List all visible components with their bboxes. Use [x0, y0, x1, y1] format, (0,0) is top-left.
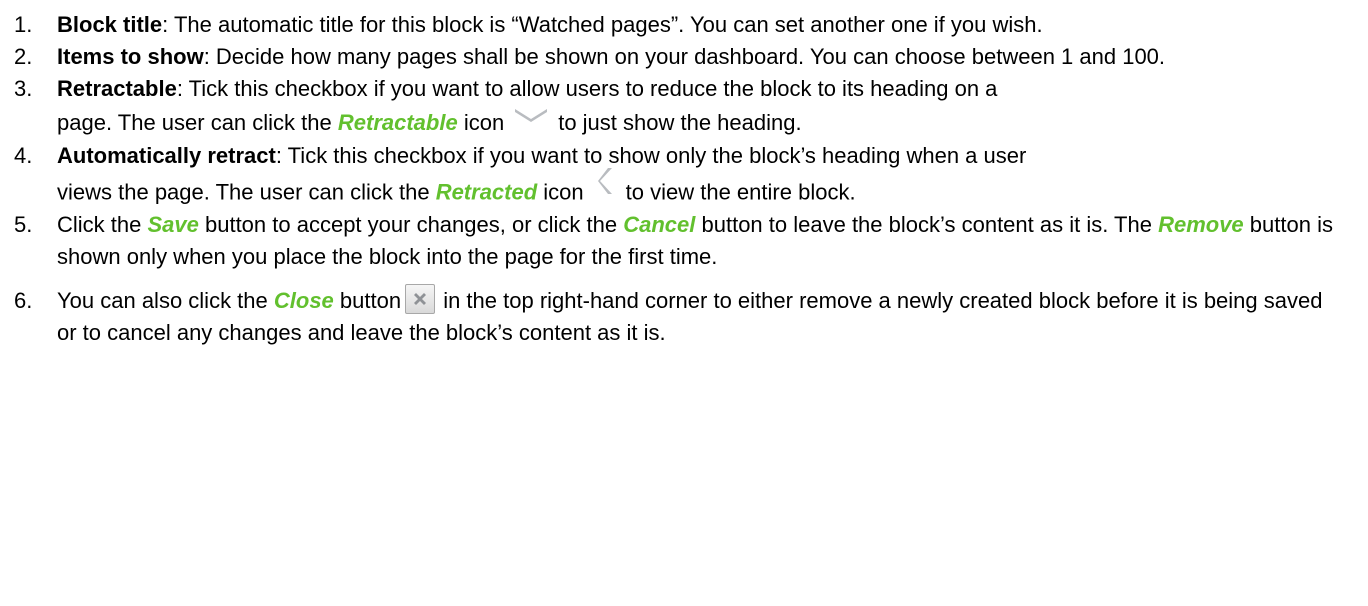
- instruction-list: 1. Block title: The automatic title for …: [0, 0, 1340, 349]
- item-text: button: [333, 288, 402, 314]
- chevron-down-icon: [513, 100, 549, 132]
- chevron-left-icon: [597, 166, 614, 205]
- item-text: : Tick this checkbox if you want to allo…: [176, 76, 998, 101]
- cancel-highlight: Cancel: [623, 212, 696, 238]
- item-text: button to accept your changes, or click …: [198, 212, 624, 238]
- item-number: 5.: [14, 212, 33, 238]
- item-number: 6.: [14, 288, 33, 314]
- term-items-to-show: Items to show: [57, 44, 204, 69]
- item-text: page. The user can click the: [57, 110, 338, 135]
- list-item-block-title: 1. Block title: The automatic title for …: [0, 9, 1340, 41]
- item-text: : The automatic title for this block is …: [162, 12, 1043, 37]
- close-button-icon: [405, 284, 436, 315]
- list-item-close: 6. You can also click the Close button i…: [0, 284, 1340, 349]
- retractable-highlight: Retractable: [337, 110, 458, 135]
- term-retractable: Retractable: [57, 76, 177, 101]
- item-number: 3.: [14, 76, 33, 101]
- close-highlight: Close: [273, 288, 334, 314]
- remove-highlight: Remove: [1158, 212, 1244, 238]
- item-text: to just show the heading.: [558, 110, 802, 135]
- retracted-highlight: Retracted: [435, 179, 538, 205]
- list-item-retractable: 3. Retractable: Tick this checkbox if yo…: [0, 73, 1340, 140]
- item-text: views the page. The user can click the: [57, 179, 436, 205]
- item-text: to view the entire block.: [625, 179, 856, 205]
- item-text: Click the: [57, 212, 148, 238]
- list-item-items-to-show: 2. Items to show: Decide how many pages …: [0, 41, 1340, 73]
- item-text: : Tick this checkbox if you want to show…: [275, 143, 1027, 169]
- list-item-save-cancel: 5. Click the Save button to accept your …: [0, 209, 1340, 273]
- term-automatically-retract: Automatically retract: [57, 143, 276, 169]
- item-text: button to leave the block’s content as i…: [695, 212, 1159, 238]
- item-number: 4.: [14, 143, 33, 169]
- save-highlight: Save: [147, 212, 199, 238]
- item-text: icon: [457, 110, 505, 135]
- item-number: 1.: [14, 12, 33, 37]
- list-item-automatically-retract: 4. Automatically retract: Tick this chec…: [0, 140, 1340, 213]
- item-text: You can also click the: [57, 288, 274, 314]
- item-text: : Decide how many pages shall be shown o…: [203, 44, 1166, 69]
- item-number: 2.: [14, 44, 33, 69]
- item-text: icon: [537, 179, 584, 205]
- term-block-title: Block title: [57, 12, 163, 37]
